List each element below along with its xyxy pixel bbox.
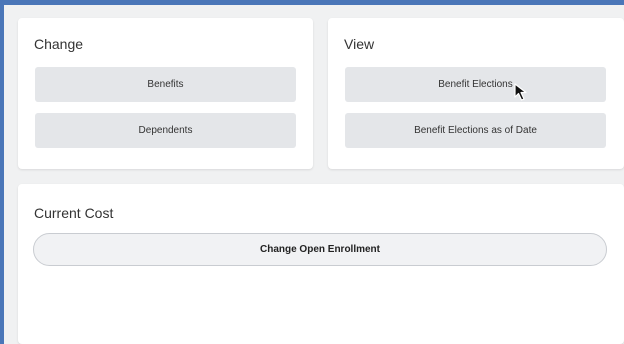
view-card-title: View bbox=[344, 36, 375, 52]
view-card: View Benefit Elections Benefit Elections… bbox=[328, 18, 624, 169]
benefits-button[interactable]: Benefits bbox=[35, 67, 296, 102]
app-frame: Change Benefits Dependents View Benefit … bbox=[0, 0, 624, 344]
frame-border-top bbox=[0, 0, 624, 5]
benefit-elections-button[interactable]: Benefit Elections bbox=[345, 67, 606, 102]
change-open-enrollment-button[interactable]: Change Open Enrollment bbox=[33, 233, 607, 266]
benefit-elections-as-of-date-button[interactable]: Benefit Elections as of Date bbox=[345, 113, 606, 148]
current-cost-card: Current Cost Change Open Enrollment bbox=[18, 184, 624, 344]
mouse-pointer-icon bbox=[514, 83, 527, 101]
change-card: Change Benefits Dependents bbox=[18, 18, 313, 169]
current-cost-title: Current Cost bbox=[34, 205, 114, 221]
frame-border-left bbox=[0, 0, 4, 344]
change-card-title: Change bbox=[34, 36, 84, 52]
dependents-button[interactable]: Dependents bbox=[35, 113, 296, 148]
